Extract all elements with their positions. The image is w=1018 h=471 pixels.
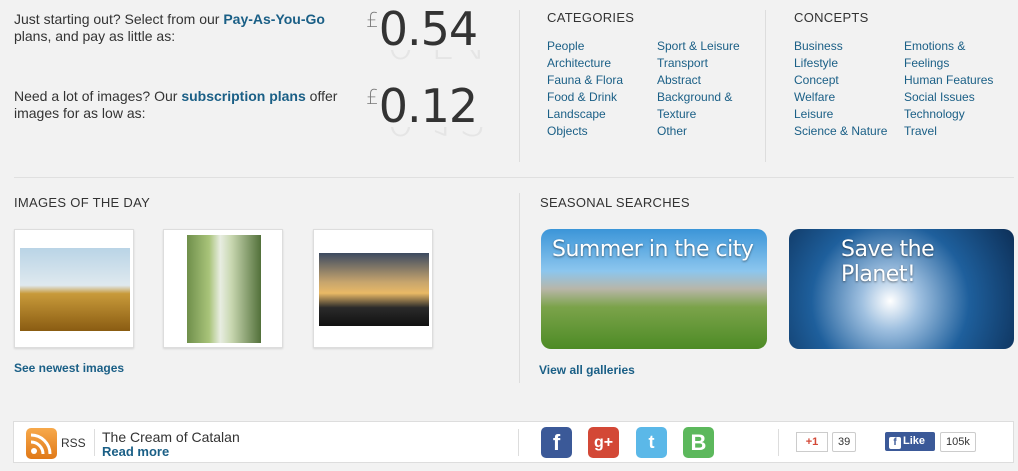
concepts-col2: Emotions & Feelings Human Features Socia… <box>904 38 1004 140</box>
wheat-field-photo <box>20 248 130 331</box>
divider <box>519 193 520 383</box>
blogger-icon[interactable]: B <box>683 427 714 458</box>
twitter-icon[interactable]: t <box>636 427 667 458</box>
payg-price: £0.54 0.54 <box>366 6 488 64</box>
section-divider <box>14 177 1014 178</box>
google-plus-one-button[interactable]: +1 <box>796 432 828 452</box>
silhouette-sunset-photo <box>319 253 429 326</box>
seasonal-heading: SEASONAL SEARCHES <box>540 195 690 210</box>
concept-link[interactable]: Emotions & Feelings <box>904 38 984 72</box>
subs-price-value: 0.12 <box>378 79 478 133</box>
gplus-count: 39 <box>832 432 857 452</box>
category-link[interactable]: Other <box>657 123 757 140</box>
concept-link[interactable]: Welfare <box>794 89 902 106</box>
image-of-day-thumb[interactable] <box>14 229 134 348</box>
fb-like-count: 105k <box>940 432 976 452</box>
read-more-link[interactable]: Read more <box>102 444 169 459</box>
category-link[interactable]: Food & Drink <box>547 89 652 106</box>
woman-trees-photo <box>187 235 261 343</box>
category-link[interactable]: Architecture <box>547 55 652 72</box>
concept-link[interactable]: Travel <box>904 123 1004 140</box>
payg-link[interactable]: Pay-As-You-Go <box>223 11 325 27</box>
subs-link[interactable]: subscription plans <box>181 88 305 104</box>
concept-link[interactable]: Science & Nature <box>794 123 902 140</box>
category-link[interactable]: People <box>547 38 652 55</box>
category-link[interactable]: Objects <box>547 123 652 140</box>
category-link[interactable]: Fauna & Flora <box>547 72 652 89</box>
category-link[interactable]: Sport & Leisure <box>657 38 757 55</box>
rss-label[interactable]: RSS <box>61 436 86 450</box>
concept-link[interactable]: Leisure <box>794 106 902 123</box>
facebook-icon: f <box>889 437 901 449</box>
payg-promo: Just starting out? Select from our Pay-A… <box>14 11 359 45</box>
fb-like-label: Like <box>903 435 926 447</box>
gallery-save-planet[interactable]: Save the Planet! <box>789 229 1014 349</box>
concepts-heading: CONCEPTS <box>794 10 869 25</box>
view-all-galleries-link[interactable]: View all galleries <box>539 363 635 377</box>
subs-text: Need a lot of images? Our <box>14 88 182 104</box>
categories-heading: CATEGORIES <box>547 10 635 25</box>
subs-promo: Need a lot of images? Our subscription p… <box>14 88 359 122</box>
categories-col2: Sport & Leisure Transport Abstract Backg… <box>657 38 757 140</box>
payg-text-end: plans, and pay as little as: <box>14 28 176 44</box>
image-of-day-thumb[interactable] <box>313 229 433 348</box>
category-link[interactable]: Landscape <box>547 106 652 123</box>
category-link[interactable]: Background & Texture <box>657 89 747 123</box>
category-link[interactable]: Abstract <box>657 72 757 89</box>
blog-title: The Cream of Catalan <box>102 429 240 445</box>
categories-col1: People Architecture Fauna & Flora Food &… <box>547 38 652 140</box>
gallery-summer-city[interactable]: Summer in the city <box>541 229 767 349</box>
gallery-title: Summer in the city <box>552 237 754 262</box>
category-link[interactable]: Transport <box>657 55 757 72</box>
image-of-day-thumb[interactable] <box>163 229 283 348</box>
subs-price-reflection: 0.12 <box>386 127 488 141</box>
images-of-day-heading: IMAGES OF THE DAY <box>14 195 151 210</box>
divider <box>94 429 95 456</box>
rss-icon[interactable] <box>26 428 57 459</box>
divider <box>778 429 779 456</box>
payg-price-reflection: 0.54 <box>386 50 488 64</box>
concepts-col1: Business Lifestyle Concept Welfare Leisu… <box>794 38 902 140</box>
concept-link[interactable]: Business <box>794 38 902 55</box>
divider <box>519 10 520 162</box>
facebook-like-button[interactable]: f Like <box>885 432 935 451</box>
concept-link[interactable]: Technology <box>904 106 1004 123</box>
gplus-label: +1 <box>805 436 819 448</box>
facebook-icon[interactable]: f <box>541 427 572 458</box>
concept-link[interactable]: Concept <box>794 72 902 89</box>
payg-text: Just starting out? Select from our <box>14 11 224 27</box>
subs-currency: £ <box>366 85 379 109</box>
payg-currency: £ <box>366 8 379 32</box>
gallery-title: Save the Planet! <box>841 237 935 287</box>
divider <box>765 10 766 162</box>
divider <box>518 429 519 456</box>
concept-link[interactable]: Lifestyle <box>794 55 902 72</box>
see-newest-images-link[interactable]: See newest images <box>14 361 124 375</box>
payg-price-value: 0.54 <box>378 2 478 56</box>
google-plus-icon[interactable]: g+ <box>588 427 619 458</box>
concept-link[interactable]: Human Features <box>904 72 1004 89</box>
subs-price: £0.12 0.12 <box>366 83 488 141</box>
concept-link[interactable]: Social Issues <box>904 89 1004 106</box>
